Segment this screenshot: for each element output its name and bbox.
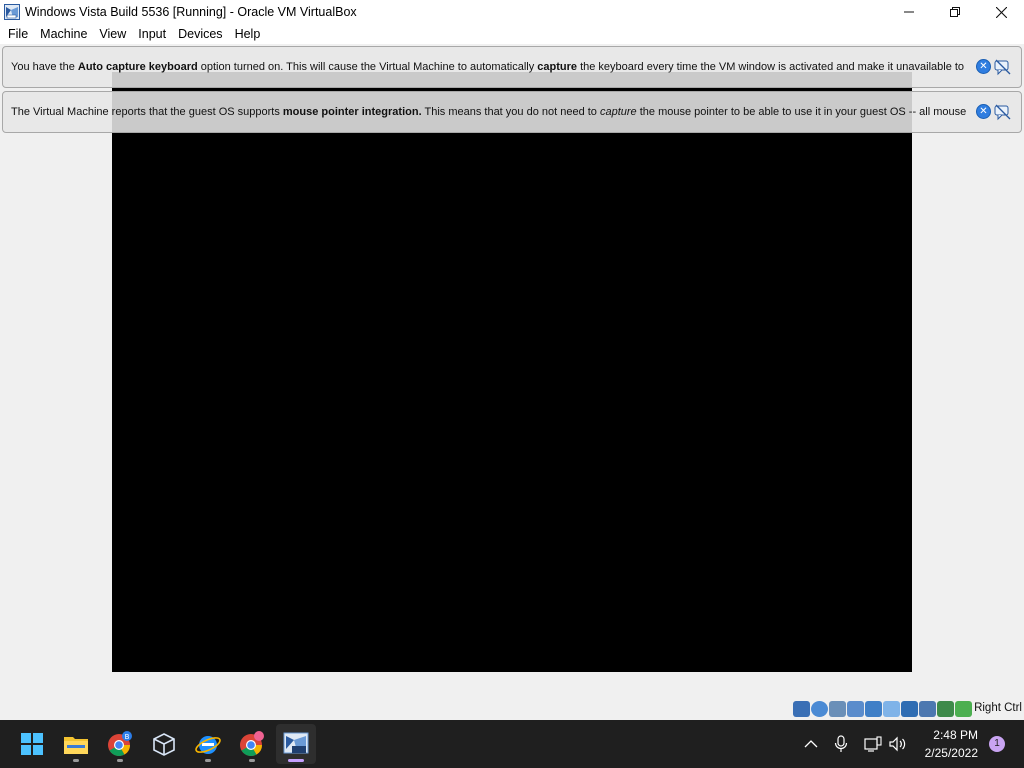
ie-browser-button[interactable] — [188, 724, 228, 764]
mouse-integration-icon[interactable] — [937, 701, 954, 717]
menu-devices[interactable]: Devices — [172, 24, 228, 44]
suppress-message-icon — [994, 59, 1011, 76]
restore-icon — [950, 7, 960, 17]
microphone-button[interactable] — [834, 720, 848, 768]
start-button[interactable] — [12, 724, 52, 764]
hard-disk-icon[interactable] — [793, 701, 810, 717]
close-button[interactable] — [978, 0, 1024, 24]
banner-text-segment: Auto capture keyboard — [77, 61, 198, 73]
status-indicators — [793, 701, 972, 717]
status-bar: Right Ctrl — [0, 698, 1024, 720]
active-indicator — [288, 759, 304, 762]
folder-icon — [64, 737, 88, 754]
virtualbox-vm-icon — [283, 732, 309, 754]
speaker-icon — [889, 736, 906, 752]
clock[interactable]: 2:48 PM 2/25/2022 — [925, 726, 978, 762]
chrome-icon — [240, 731, 264, 756]
menu-input[interactable]: Input — [132, 24, 172, 44]
banner-text-segment: capture — [537, 61, 578, 73]
window-controls — [886, 0, 1024, 24]
vm-display-area — [0, 44, 1024, 698]
profile-badge: B — [125, 733, 130, 741]
running-indicator — [73, 759, 79, 762]
mouse-integration-banner: The Virtual Machine reports that the gue… — [2, 91, 1022, 133]
show-hidden-icons-button[interactable] — [804, 720, 818, 768]
banner-do-not-show-button[interactable] — [994, 104, 1011, 121]
banner-text-segment: the keyboard every time the VM window is… — [577, 61, 965, 73]
maximize-button[interactable] — [932, 0, 978, 24]
shared-folders-icon[interactable] — [883, 701, 900, 717]
windows-logo-icon — [21, 733, 43, 755]
title-bar: Windows Vista Build 5536 [Running] - Ora… — [0, 0, 1024, 24]
virtualbox-manager-button[interactable] — [144, 724, 184, 764]
notification-badge[interactable]: 1 — [989, 736, 1005, 752]
clock-time: 2:48 PM — [933, 728, 978, 742]
banner-message: The Virtual Machine reports that the gue… — [11, 106, 971, 118]
keyboard-capture-banner: You have the Auto capture keyboard optio… — [2, 46, 1022, 88]
virtualbox-icon — [4, 4, 20, 20]
banner-text-segment: This means that you do not need to — [421, 106, 600, 118]
banner-text-segment: You have the — [11, 61, 78, 73]
usb-icon[interactable] — [865, 701, 882, 717]
banner-message: You have the Auto capture keyboard optio… — [11, 61, 971, 73]
vm-window-button[interactable] — [276, 724, 316, 764]
clock-date: 2/25/2022 — [924, 746, 978, 760]
menu-view[interactable]: View — [93, 24, 132, 44]
optical-drive-icon[interactable] — [811, 701, 828, 717]
chrome-profile-button[interactable] — [232, 724, 272, 764]
suppress-message-icon — [994, 104, 1011, 121]
audio-icon[interactable] — [829, 701, 846, 717]
network-button[interactable] — [864, 720, 882, 768]
banner-text-segment: capture — [599, 106, 637, 118]
ie-icon — [195, 736, 221, 754]
banner-text-segment: option turned on. This will cause the Vi… — [197, 61, 538, 73]
window-title: Windows Vista Build 5536 [Running] - Ora… — [25, 5, 357, 19]
menu-machine[interactable]: Machine — [34, 24, 93, 44]
menu-help[interactable]: Help — [229, 24, 267, 44]
chrome-icon: B — [108, 731, 132, 756]
video-capture-icon[interactable] — [919, 701, 936, 717]
banner-close-button[interactable]: ✕ — [976, 104, 991, 119]
chrome-b-button[interactable]: B — [100, 724, 140, 764]
cube-icon — [153, 733, 175, 756]
banner-do-not-show-button[interactable] — [994, 59, 1011, 76]
banner-text-segment: the mouse pointer to be able to use it i… — [636, 106, 967, 118]
banner-text-segment: The Virtual Machine reports that the gue… — [11, 106, 283, 118]
running-indicator — [117, 759, 123, 762]
file-explorer-button[interactable] — [56, 724, 96, 764]
microphone-icon — [834, 735, 848, 752]
keyboard-icon[interactable] — [955, 701, 972, 717]
menu-file[interactable]: File — [2, 24, 34, 44]
network-icon[interactable] — [847, 701, 864, 717]
banner-text-segment: mouse pointer integration. — [282, 106, 422, 118]
running-indicator — [205, 759, 211, 762]
close-icon — [995, 6, 1007, 18]
menu-bar: File Machine View Input Devices Help — [0, 24, 1024, 44]
host-key-label[interactable]: Right Ctrl — [974, 702, 1022, 714]
running-indicator — [249, 759, 255, 762]
volume-button[interactable] — [888, 720, 908, 768]
vm-screen[interactable] — [112, 72, 912, 672]
taskbar: B 2:48 PM 2/25/2022 1 — [0, 720, 1024, 768]
banner-close-button[interactable]: ✕ — [976, 59, 991, 74]
minimize-button[interactable] — [886, 0, 932, 24]
chevron-up-icon — [804, 740, 818, 748]
display-icon[interactable] — [901, 701, 918, 717]
network-icon — [864, 736, 882, 752]
minimize-icon — [904, 11, 914, 13]
